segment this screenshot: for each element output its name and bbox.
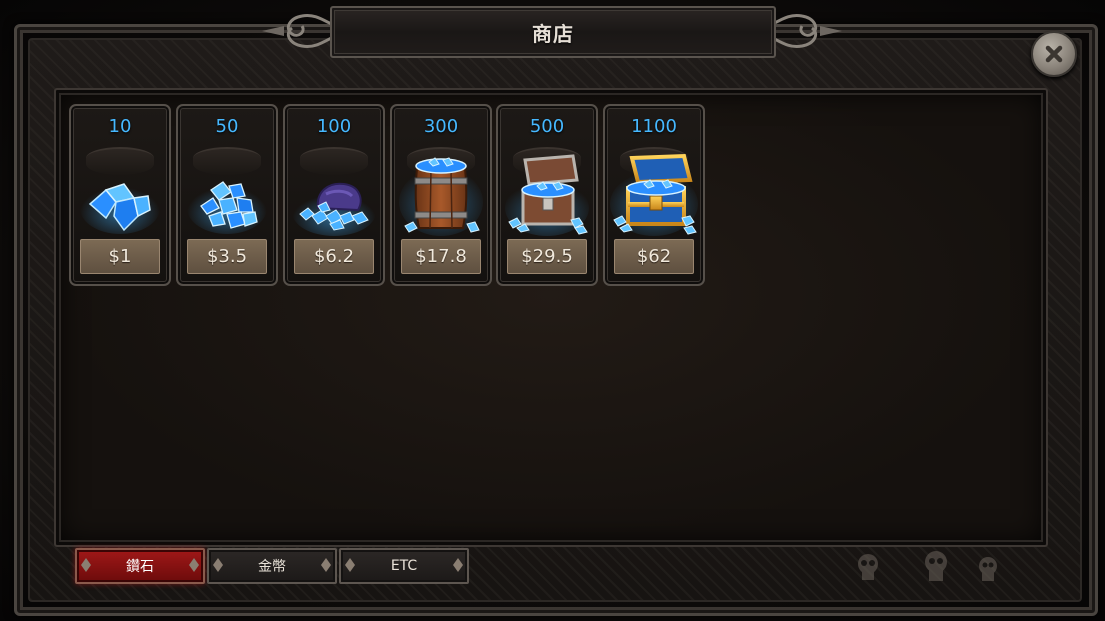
- shop-screen: 商店 10 $1 50 $3.5 100 $6.2 300 $17.8 500 …: [0, 0, 1105, 621]
- close-icon: [1045, 45, 1063, 63]
- item-amount: 10: [108, 116, 132, 137]
- shop-item-card[interactable]: 1100 $62: [603, 104, 705, 286]
- price-button[interactable]: $17.8: [401, 239, 481, 274]
- item-amount: 1100: [631, 116, 677, 137]
- tab-cap-left-icon: [213, 558, 223, 572]
- item-amount: 100: [316, 116, 352, 137]
- tab-cap-left-icon: [81, 558, 91, 572]
- title-plate: 商店: [330, 6, 776, 58]
- price-button[interactable]: $62: [614, 239, 694, 274]
- gem-barrel-icon: [399, 157, 483, 236]
- tab-diamonds[interactable]: 鑽石: [75, 548, 205, 584]
- tab-cap-right-icon: [453, 558, 463, 572]
- tab-label: 鑽石: [126, 559, 154, 575]
- item-amount: 500: [529, 116, 565, 137]
- price-button[interactable]: $3.5: [187, 239, 267, 274]
- price-button[interactable]: $29.5: [507, 239, 587, 274]
- shop-item-card[interactable]: 50 $3.5: [176, 104, 278, 286]
- skull-decoration-icon: [858, 551, 997, 581]
- gem-heap-icon: [187, 181, 267, 234]
- shop-item-card[interactable]: 100 $6.2: [283, 104, 385, 286]
- tab-cap-right-icon: [321, 558, 331, 572]
- tab-gold[interactable]: 金幣: [207, 548, 337, 584]
- item-amount: 300: [423, 116, 459, 137]
- tab-cap-left-icon: [345, 558, 355, 572]
- tab-etc[interactable]: ETC: [339, 548, 469, 584]
- tab-label: ETC: [390, 558, 418, 574]
- gem-pile-icon: [80, 182, 160, 234]
- tab-label: 金幣: [258, 559, 286, 575]
- item-amount: 50: [215, 116, 239, 137]
- tab-cap-right-icon: [189, 558, 199, 572]
- shop-item-card[interactable]: 300 $17.8: [390, 104, 492, 286]
- price-button[interactable]: $6.2: [294, 239, 374, 274]
- gem-pouch-icon: [292, 182, 376, 236]
- close-button[interactable]: [1031, 31, 1077, 77]
- shop-item-card[interactable]: 500 $29.5: [496, 104, 598, 286]
- price-button[interactable]: $1: [80, 239, 160, 274]
- gold-gem-chest-icon: [610, 153, 698, 236]
- page-title: 商店: [532, 21, 574, 46]
- shop-item-card[interactable]: 10 $1: [69, 104, 171, 286]
- gem-chest-icon: [505, 154, 589, 236]
